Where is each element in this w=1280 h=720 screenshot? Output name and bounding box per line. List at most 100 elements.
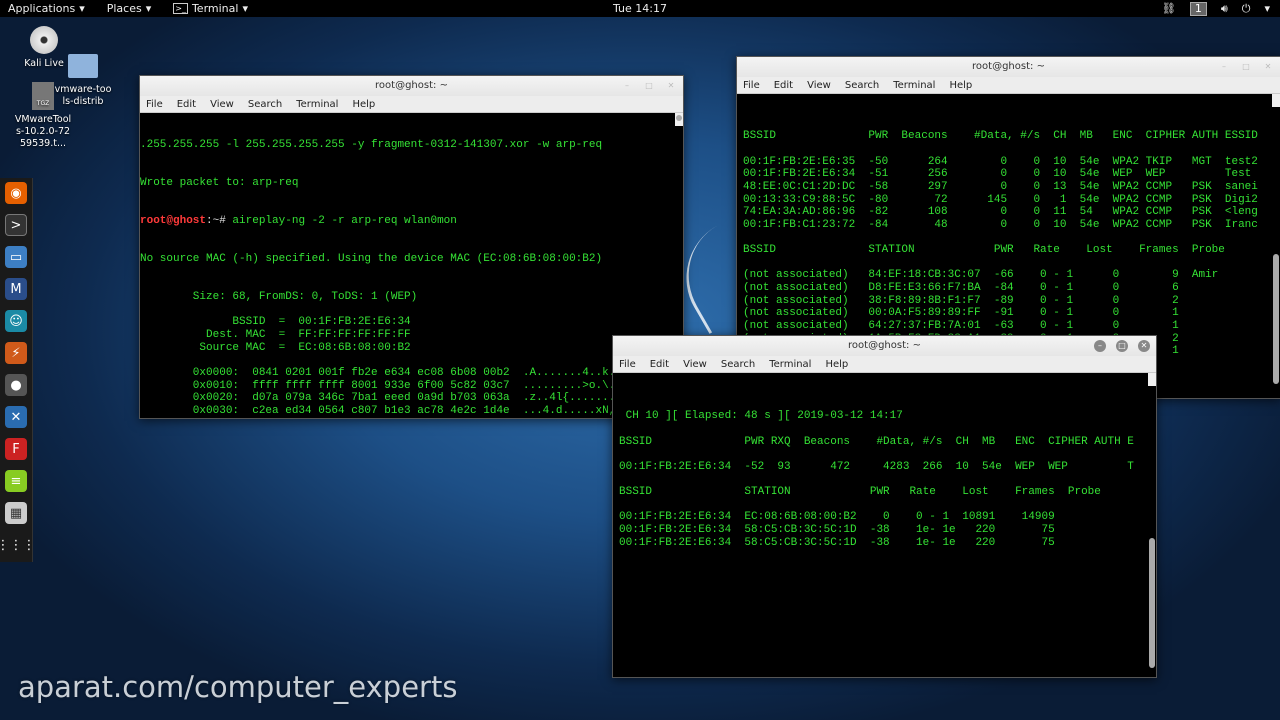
window-title: root@ghost: ~ xyxy=(848,340,921,351)
terminal-line: No source MAC (-h) specified. Using the … xyxy=(140,253,603,266)
close-button[interactable]: ✕ xyxy=(1262,61,1274,73)
menu-help[interactable]: Help xyxy=(825,359,848,370)
minimize-button[interactable]: – xyxy=(621,80,633,92)
terminal-icon: >_ xyxy=(173,3,188,14)
archive-icon: TGZ xyxy=(32,82,54,110)
terminal-window-aireplay[interactable]: root@ghost: ~ – □ ✕ File Edit View Search Term… xyxy=(139,75,684,419)
prompt-path: :~# xyxy=(206,215,226,228)
menu-terminal[interactable]: Terminal xyxy=(296,99,338,110)
menu-help[interactable]: Help xyxy=(352,99,375,110)
terminal-output[interactable]: CH 10 ][ Elapsed: 48 s ][ 2019-03-12 14:… xyxy=(613,373,1156,677)
menu-file[interactable]: File xyxy=(619,359,636,370)
terminal-line: 00:1F:FB:2E:E6:34 58:C5:CB:3C:5C:1D -38 … xyxy=(619,524,1055,537)
menu-file[interactable]: File xyxy=(743,80,760,91)
maximize-button[interactable]: □ xyxy=(1116,340,1128,352)
terminal-line: 00:13:33:C9:88:5C -80 72 145 0 1 54e WPA… xyxy=(743,193,1258,206)
scrollbar[interactable] xyxy=(1272,94,1280,384)
terminal-line: 00:1F:FB:2E:E6:34 58:C5:CB:3C:5C:1D -38 … xyxy=(619,536,1055,549)
terminal-app-menu[interactable]: >_ Terminal ▾ xyxy=(173,2,248,15)
menu-search[interactable]: Search xyxy=(721,359,755,370)
firefox-icon[interactable]: ◉ xyxy=(5,182,27,204)
close-button[interactable]: ✕ xyxy=(1138,340,1150,352)
scrollbar[interactable] xyxy=(675,113,683,126)
terminal-line: 48:EE:0C:C1:2D:DC -58 297 0 0 13 54e WPA… xyxy=(743,180,1258,193)
metasploit-icon[interactable]: M xyxy=(5,278,27,300)
leafpad-icon[interactable]: ≡ xyxy=(5,470,27,492)
menu-edit[interactable]: Edit xyxy=(177,99,196,110)
workspace-indicator[interactable]: 1 xyxy=(1189,1,1207,16)
terminal-line: 00:1F:FB:2E:E6:35 -50 264 0 0 10 54e WPA… xyxy=(743,155,1258,168)
terminal-line: 00:1F:FB:2E:E6:34 -52 93 472 4283 266 10… xyxy=(619,460,1134,473)
cherrytree-icon[interactable]: ▦ xyxy=(5,502,27,524)
terminal-line: Size: 68, FromDS: 0, ToDS: 1 (WEP) xyxy=(140,291,418,304)
desktop-icon-vmware-tools-tgz[interactable]: TGZ VMwareTools-10.2.0-7259539.t... xyxy=(14,82,72,150)
command-text: aireplay-ng -2 -r arp-req wlan0mon xyxy=(225,215,457,228)
scrollbar[interactable] xyxy=(1148,373,1156,668)
terminal-output[interactable]: .255.255.255 -l 255.255.255.255 -y fragm… xyxy=(140,113,683,418)
menu-edit[interactable]: Edit xyxy=(650,359,669,370)
window-title: root@ghost: ~ xyxy=(375,80,448,91)
terminal-line: Source MAC = EC:08:6B:08:00:B2 xyxy=(140,341,411,354)
folder-icon xyxy=(68,54,98,78)
power-icon[interactable]: ⏻ xyxy=(1242,2,1251,16)
show-apps-icon[interactable]: ⋮⋮⋮ xyxy=(0,534,36,556)
close-button[interactable]: ✕ xyxy=(665,80,677,92)
terminal-line: 00:1F:FB:2E:E6:34 EC:08:6B:08:00:B2 0 0 … xyxy=(619,511,1055,524)
dropdown-arrow-icon: ▾ xyxy=(145,2,152,15)
terminal-line: 0x0020: d07a 079a 346c 7ba1 eeed 0a9d b7… xyxy=(140,392,629,405)
beef-icon[interactable]: ✕ xyxy=(5,406,27,428)
maximize-button[interactable]: □ xyxy=(643,80,655,92)
menu-file[interactable]: File xyxy=(146,99,163,110)
maltego-icon[interactable]: ☺ xyxy=(5,310,27,332)
disc-icon xyxy=(30,26,58,54)
places-menu[interactable]: Places ▾ xyxy=(107,2,152,15)
faraday-icon[interactable]: F xyxy=(5,438,27,460)
network-icon[interactable]: ⛓ xyxy=(1162,2,1176,15)
minimize-button[interactable]: – xyxy=(1094,340,1106,352)
dropdown-arrow-icon: ▾ xyxy=(242,2,248,15)
prompt-user: root@ghost xyxy=(140,215,207,228)
burpsuite-icon[interactable]: ⚡ xyxy=(5,342,27,364)
menu-view[interactable]: View xyxy=(683,359,707,370)
dropdown-arrow-icon: ▾ xyxy=(79,2,85,15)
menu-search[interactable]: Search xyxy=(845,80,879,91)
terminal-line: 0x0010: ffff ffff ffff 8001 933e 6f00 5c… xyxy=(140,379,629,392)
menu-terminal[interactable]: Terminal xyxy=(893,80,935,91)
window-titlebar[interactable]: root@ghost: ~ – □ ✕ xyxy=(613,336,1156,356)
minimize-button[interactable]: – xyxy=(1218,61,1230,73)
terminal-window-airodump-target[interactable]: root@ghost: ~ – □ ✕ File Edit View Search Term… xyxy=(612,335,1157,678)
menu-bar: File Edit View Search Terminal Help xyxy=(140,96,683,113)
top-panel: Applications ▾ Places ▾ >_ Terminal ▾ Tue 14… xyxy=(0,0,1280,17)
terminal-line: CH 10 ][ Elapsed: 48 s ][ 2019-03-12 14:… xyxy=(619,410,903,423)
terminal-icon[interactable]: > xyxy=(5,214,27,236)
menu-view[interactable]: View xyxy=(210,99,234,110)
terminal-line: BSSID = 00:1F:FB:2E:E6:34 xyxy=(140,316,411,329)
window-titlebar[interactable]: root@ghost: ~ – □ ✕ xyxy=(140,76,683,96)
window-titlebar[interactable]: root@ghost: ~ – □ ✕ xyxy=(737,57,1280,77)
terminal-line: 00:1F:FB:2E:E6:34 -51 256 0 0 10 54e WEP… xyxy=(743,168,1252,181)
applications-menu[interactable]: Applications ▾ xyxy=(8,2,85,15)
terminal-line: Wrote packet to: arp-req xyxy=(140,177,299,190)
prompt-line: root@ghost:~# aireplay-ng -2 -r arp-req … xyxy=(140,215,683,228)
menu-terminal[interactable]: Terminal xyxy=(769,359,811,370)
armitage-icon[interactable]: ● xyxy=(5,374,27,396)
files-icon[interactable]: ▭ xyxy=(5,246,27,268)
menu-search[interactable]: Search xyxy=(248,99,282,110)
menu-view[interactable]: View xyxy=(807,80,831,91)
terminal-label: Terminal xyxy=(191,2,239,15)
dropdown-arrow-icon[interactable]: ▾ xyxy=(1264,2,1270,15)
menu-edit[interactable]: Edit xyxy=(774,80,793,91)
volume-icon[interactable]: 🔊︎ xyxy=(1221,2,1228,16)
terminal-line: 0x0040: 41bf 96f6 A... xyxy=(140,418,683,419)
maximize-button[interactable]: □ xyxy=(1240,61,1252,73)
menu-help[interactable]: Help xyxy=(949,80,972,91)
